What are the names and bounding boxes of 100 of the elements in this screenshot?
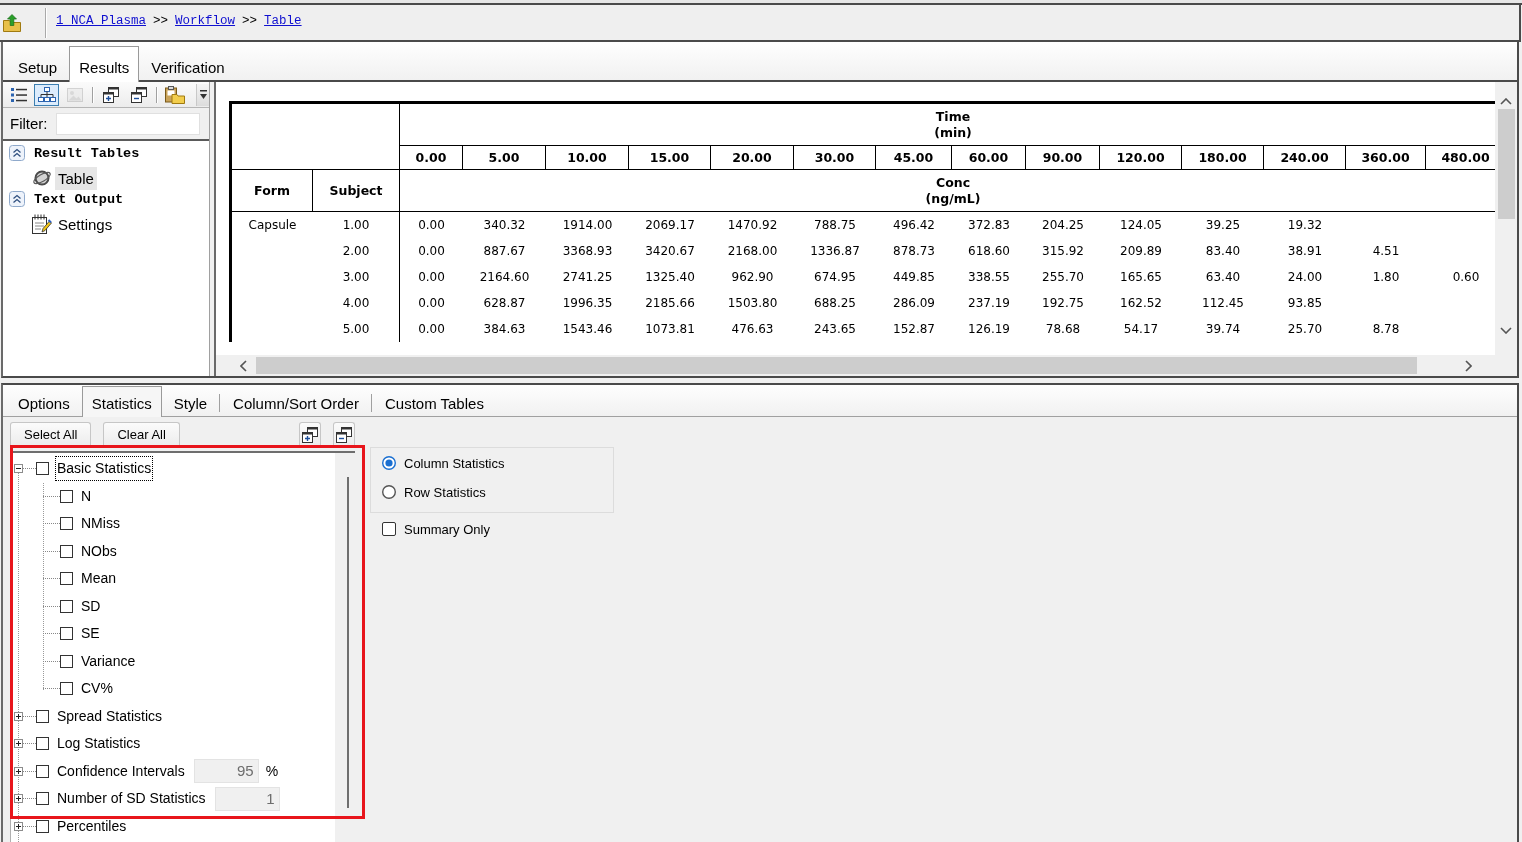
tree-item-label[interactable]: N [79, 483, 94, 509]
tree-item-label[interactable]: Settings [55, 212, 116, 236]
breadcrumb-link[interactable]: Workflow [175, 13, 236, 28]
chevron-left-icon[interactable] [239, 359, 247, 372]
table-cell: 5.00 [313, 316, 400, 342]
plus-box-icon[interactable] [14, 794, 23, 804]
column-header: 15.00 [629, 145, 711, 170]
filter-field[interactable] [55, 112, 200, 135]
tab[interactable]: Statistics [81, 386, 162, 417]
column-header: Subject [313, 170, 400, 212]
toolbar-button[interactable] [34, 83, 59, 106]
column-header: 90.00 [1026, 145, 1100, 170]
checkbox[interactable] [60, 572, 73, 586]
radio-button[interactable] [382, 485, 396, 499]
table-cell-text: 152.87 [892, 321, 936, 338]
table-cell-text: 4.51 [1371, 243, 1401, 260]
horizontal-scrollbar[interactable] [216, 355, 1517, 376]
window-plus-icon [102, 86, 119, 103]
breadcrumb-link[interactable]: 1 NCA Plasma [56, 13, 146, 28]
checkbox[interactable] [60, 599, 73, 613]
checkbox[interactable] [60, 517, 73, 531]
vertical-scrollbar[interactable] [335, 453, 355, 842]
icon-button[interactable] [333, 422, 355, 446]
tree-item-label[interactable]: Spread Statistics [55, 703, 165, 729]
checkbox[interactable] [382, 522, 396, 536]
tree-item-label[interactable]: NMiss [79, 511, 122, 537]
checkbox[interactable] [36, 709, 49, 723]
toolbar-overflow-button[interactable] [196, 83, 209, 106]
column-header: 30.00 [794, 145, 876, 170]
table-cell-text: 39.25 [1204, 217, 1242, 234]
action-button[interactable]: Select All [10, 422, 92, 446]
column-header: 0.00 [400, 145, 463, 170]
tab[interactable]: Options [8, 390, 80, 416]
table-cell-text: 1073.81 [644, 321, 696, 338]
plus-box-icon[interactable] [14, 766, 23, 776]
column-group-header: Time (min) [933, 107, 973, 142]
table-cell-text: 618.60 [967, 243, 1011, 260]
action-button[interactable]: Clear All [103, 422, 180, 446]
checkbox[interactable] [36, 819, 49, 833]
tree-item-label[interactable]: Table [55, 166, 97, 190]
tab[interactable]: Results [69, 46, 140, 82]
table-cell-text: 384.63 [482, 321, 527, 338]
table-cell-text: 25.70 [1286, 321, 1324, 338]
double-chevron-up-icon[interactable] [9, 145, 25, 161]
checkbox[interactable] [60, 489, 73, 503]
table-cell-text: 237.19 [967, 295, 1011, 312]
tree-group-label[interactable]: Text Output [34, 191, 124, 207]
tree-item-label[interactable]: SE [79, 621, 102, 647]
tree-item-label[interactable]: Log Statistics [55, 731, 143, 757]
overflow-icon [199, 90, 207, 99]
table-cell-text: 340.32 [482, 217, 527, 234]
checkbox[interactable] [60, 682, 73, 696]
checkbox[interactable] [36, 792, 49, 806]
chevron-down-icon[interactable] [1500, 327, 1512, 334]
table-cell-text: 1.80 [1371, 269, 1401, 286]
tree-item-label[interactable]: CV% [79, 676, 115, 702]
breadcrumb-link[interactable]: Table [264, 13, 302, 28]
tab[interactable]: Setup [8, 49, 68, 80]
tab[interactable]: Style [163, 390, 218, 416]
table-cell-text: 78.68 [1044, 321, 1082, 338]
checkbox[interactable] [60, 544, 73, 558]
plus-box-icon[interactable] [14, 711, 23, 721]
checkbox[interactable] [60, 654, 73, 668]
radio-button[interactable] [382, 456, 396, 470]
table-cell-text: 0.00 [417, 321, 446, 338]
tree-item-label[interactable]: Variance [79, 648, 138, 674]
chevron-up-icon[interactable] [1500, 98, 1512, 105]
tree-item-label[interactable]: Number of SD Statistics [55, 786, 208, 812]
tree-item-label[interactable]: Confidence Intervals [55, 758, 187, 784]
table-cell-text: 255.70 [1041, 269, 1085, 286]
checkbox[interactable] [36, 737, 49, 751]
checkbox[interactable] [36, 764, 49, 778]
tree-item-label[interactable]: NObs [79, 538, 119, 564]
minus-box-icon[interactable] [14, 464, 23, 474]
plus-box-icon[interactable] [14, 821, 23, 831]
table-cell-text: 93.85 [1286, 295, 1324, 312]
tab[interactable]: Custom Tables [374, 390, 494, 416]
scrollbar-thumb[interactable] [256, 357, 1417, 374]
toolbar-button[interactable] [162, 83, 187, 106]
column-header: 180.00 [1182, 145, 1264, 170]
clipboard-folder-icon [164, 85, 185, 104]
checkbox[interactable] [60, 627, 73, 641]
double-chevron-up-icon[interactable] [9, 191, 25, 207]
tree-item-label[interactable]: Basic Statistics [55, 456, 154, 482]
scrollbar-thumb[interactable] [347, 477, 349, 808]
tab[interactable]: Verification [141, 49, 235, 80]
table-cell-text: 1914.00 [561, 217, 614, 234]
column-header: 360.00 [1346, 145, 1426, 170]
checkbox[interactable] [36, 462, 49, 476]
vertical-scrollbar[interactable] [1495, 82, 1517, 355]
tree-item-label[interactable]: Percentiles [55, 813, 129, 839]
tree-item-label[interactable]: Mean [79, 566, 119, 592]
tab[interactable]: Column/Sort Order [223, 390, 369, 416]
scrollbar-thumb[interactable] [1497, 109, 1515, 219]
plus-box-icon[interactable] [14, 739, 23, 749]
icon-button[interactable] [299, 422, 321, 446]
table-cell-text: 38.91 [1286, 243, 1324, 260]
chevron-right-icon[interactable] [1464, 359, 1472, 372]
tree-group-label[interactable]: Result Tables [34, 145, 140, 161]
tree-item-label[interactable]: SD [79, 593, 103, 619]
